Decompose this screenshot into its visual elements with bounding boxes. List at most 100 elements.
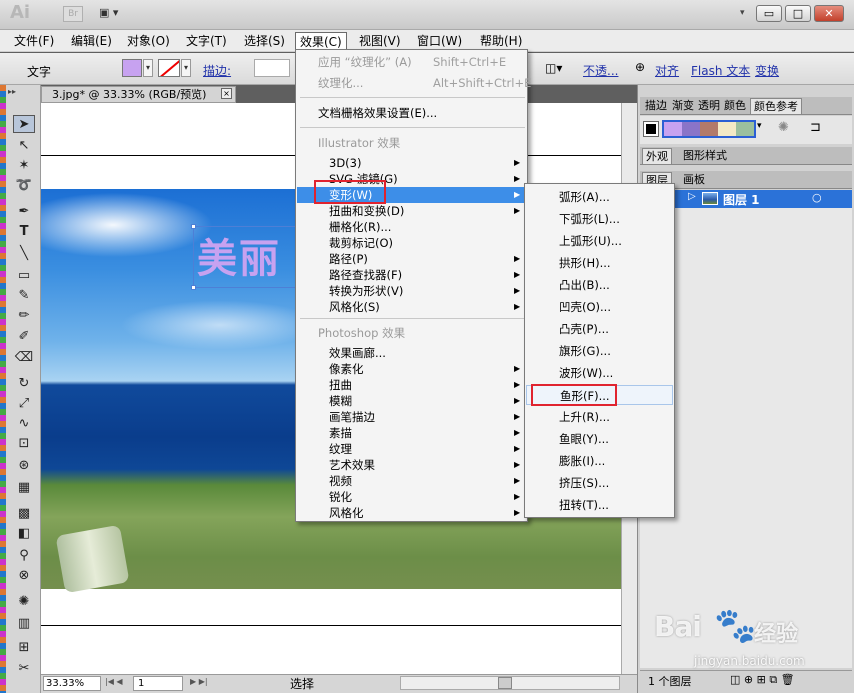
column-graph-tool-icon[interactable]: ▥ — [13, 615, 35, 633]
lasso-tool-icon[interactable]: ➰ — [13, 177, 35, 195]
menu-item-pixelate[interactable]: 像素化 ▶ — [297, 361, 526, 377]
arrange-documents-icon[interactable]: ▣ ▾ — [99, 6, 129, 22]
close-tab-icon[interactable]: × — [221, 88, 232, 99]
artboard-tool-icon[interactable]: ⊞ — [13, 639, 35, 657]
tab-appearance[interactable]: 外观 — [642, 148, 672, 164]
pen-tool-icon[interactable]: ✒ — [13, 203, 35, 221]
recolor-icon[interactable]: ⊕ — [635, 60, 645, 74]
harmony-dropdown-icon[interactable]: ▾ — [757, 121, 762, 131]
close-button[interactable]: ✕ — [814, 5, 844, 22]
free-transform-tool-icon[interactable]: ⊡ — [13, 435, 35, 453]
menu-item-pathfinder[interactable]: 路径查找器(F) ▶ — [297, 267, 526, 283]
mesh-tool-icon[interactable]: ▩ — [13, 505, 35, 523]
tab-graphic-styles[interactable]: 图形样式 — [680, 148, 730, 164]
tab-artboards[interactable]: 画板 — [680, 172, 708, 188]
warp-flag[interactable]: 旗形(G)... — [526, 341, 673, 361]
menu-effect[interactable]: 效果(C) — [295, 32, 347, 50]
selection-handle[interactable] — [191, 224, 196, 229]
warp-twist[interactable]: 扭转(T)... — [526, 495, 673, 515]
line-tool-icon[interactable]: ╲ — [13, 245, 35, 263]
symbol-sprayer-tool-icon[interactable]: ✺ — [13, 593, 35, 611]
warp-rise[interactable]: 上升(R)... — [526, 407, 673, 427]
workspace-dropdown-icon[interactable]: ▾ — [740, 8, 745, 18]
menu-item-effect-gallery[interactable]: 效果画廊... — [297, 345, 526, 361]
first-artboard-icon[interactable]: |◀ ◀ — [105, 677, 123, 686]
blend-tool-icon[interactable]: ⊗ — [13, 567, 35, 585]
base-color-swatch[interactable] — [643, 121, 659, 137]
next-artboard-icon[interactable]: ▶ ▶| — [190, 677, 208, 686]
stroke-weight-field[interactable] — [254, 59, 290, 77]
pencil-tool-icon[interactable]: ✏ — [13, 307, 35, 325]
edit-colors-icon[interactable]: ✺ — [778, 120, 789, 135]
paintbrush-tool-icon[interactable]: ✎ — [13, 287, 35, 305]
expand-arrow-icon[interactable]: ▷ — [688, 191, 696, 202]
harmony-swatches[interactable] — [662, 120, 756, 138]
menu-type[interactable]: 文字(T) — [182, 32, 231, 50]
stroke-dropdown-icon[interactable]: ▾ — [181, 59, 191, 77]
menu-edit[interactable]: 编辑(E) — [67, 32, 116, 50]
menu-item-video[interactable]: 视频 ▶ — [297, 473, 526, 489]
menu-file[interactable]: 文件(F) — [10, 32, 58, 50]
menu-item-artistic[interactable]: 艺术效果 ▶ — [297, 457, 526, 473]
selection-handle[interactable] — [191, 285, 196, 290]
menu-item-texture[interactable]: 纹理 ▶ — [297, 441, 526, 457]
warp-arc-upper[interactable]: 上弧形(U)... — [526, 231, 673, 251]
eyedropper-tool-icon[interactable]: ⚲ — [13, 547, 35, 565]
warp-tool-icon[interactable]: ∿ — [13, 415, 35, 433]
rotate-tool-icon[interactable]: ↻ — [13, 375, 35, 393]
transform-link[interactable]: 变换 — [755, 62, 779, 79]
shape-builder-tool-icon[interactable]: ⊛ — [13, 457, 35, 475]
menu-item-blur[interactable]: 模糊 ▶ — [297, 393, 526, 409]
direct-selection-tool-icon[interactable]: ↖ — [13, 137, 35, 155]
menu-item-stylize-ps[interactable]: 风格化 ▶ — [297, 505, 526, 521]
menu-object[interactable]: 对象(O) — [123, 32, 174, 50]
type-tool-icon[interactable]: T — [13, 223, 35, 241]
rectangle-tool-icon[interactable]: ▭ — [13, 267, 35, 285]
menu-item-sharpen[interactable]: 锐化 ▶ — [297, 489, 526, 505]
style-icon[interactable]: ◫▾ — [545, 61, 562, 75]
warp-bulge[interactable]: 凸出(B)... — [526, 275, 673, 295]
warp-inflate[interactable]: 膨胀(I)... — [526, 451, 673, 471]
target-icon[interactable]: ○ — [812, 191, 822, 204]
menu-window[interactable]: 窗口(W) — [413, 32, 466, 50]
slice-tool-icon[interactable]: ✂ — [13, 660, 35, 678]
fill-color-swatch[interactable] — [122, 59, 142, 77]
zoom-field[interactable]: 33.33% — [43, 676, 101, 691]
magic-wand-tool-icon[interactable]: ✶ — [13, 157, 35, 175]
eraser-tool-icon[interactable]: ⌫ — [13, 349, 35, 367]
tab-color-guide[interactable]: 颜色参考 — [750, 98, 802, 114]
menu-item-path[interactable]: 路径(P) ▶ — [297, 251, 526, 267]
menu-item-document-raster-settings[interactable]: 文档栅格效果设置(E)... — [297, 105, 526, 121]
menu-item-convert-to-shape[interactable]: 转换为形状(V) ▶ — [297, 283, 526, 299]
document-tab[interactable]: 3.jpg* @ 33.33% (RGB/预览) × — [41, 86, 236, 103]
scale-tool-icon[interactable]: ⤢ — [13, 395, 35, 413]
stroke-weight-label[interactable]: 描边: — [203, 62, 231, 79]
menu-item-3d[interactable]: 3D(3) ▶ — [297, 155, 526, 171]
tab-color[interactable]: 颜色 — [721, 98, 749, 114]
panel-collapse-icon[interactable]: ▸▸ — [8, 87, 16, 96]
minimize-button[interactable]: ▭ — [756, 5, 782, 22]
warp-fisheye[interactable]: 鱼眼(Y)... — [526, 429, 673, 449]
layer-name[interactable]: 图层 1 — [723, 191, 760, 208]
menu-item-sketch[interactable]: 素描 ▶ — [297, 425, 526, 441]
artboard-number-field[interactable]: 1 — [133, 676, 183, 691]
bridge-button[interactable]: Br — [63, 6, 83, 22]
menu-item-brush-strokes[interactable]: 画笔描边 ▶ — [297, 409, 526, 425]
maximize-button[interactable]: □ — [785, 5, 811, 22]
stroke-color-swatch[interactable] — [158, 59, 180, 77]
save-group-icon[interactable]: ⊐ — [810, 120, 821, 135]
art-text[interactable]: 美丽 — [197, 226, 295, 284]
warp-arch[interactable]: 拱形(H)... — [526, 253, 673, 273]
warp-wave[interactable]: 波形(W)... — [526, 363, 673, 383]
gradient-tool-icon[interactable]: ◧ — [13, 525, 35, 543]
tab-gradient[interactable]: 渐变 — [669, 98, 697, 114]
menu-view[interactable]: 视图(V) — [355, 32, 405, 50]
warp-shell-lower[interactable]: 凹壳(O)... — [526, 297, 673, 317]
menu-item-rasterize[interactable]: 栅格化(R)... — [297, 219, 526, 235]
scrollbar-thumb[interactable] — [498, 677, 512, 689]
blob-brush-tool-icon[interactable]: ✐ — [13, 328, 35, 346]
menu-item-stylize[interactable]: 风格化(S) ▶ — [297, 299, 526, 315]
menu-item-crop-marks[interactable]: 裁剪标记(O) — [297, 235, 526, 251]
menu-select[interactable]: 选择(S) — [240, 32, 289, 50]
warp-arc[interactable]: 弧形(A)... — [526, 187, 673, 207]
